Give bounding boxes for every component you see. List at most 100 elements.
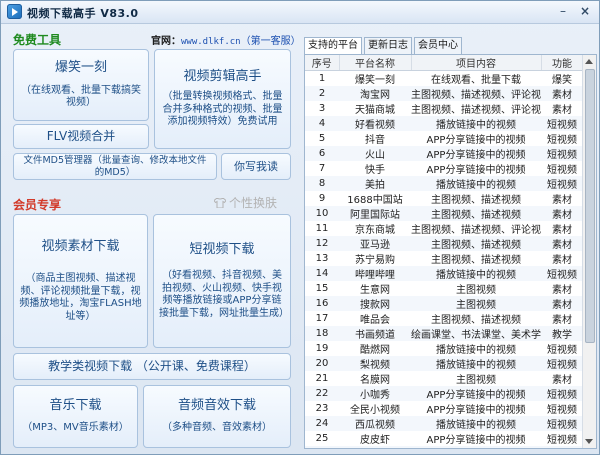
table-row[interactable]: 6 火山 APP分享链接中的视频 短视频 (305, 146, 583, 161)
row-function: 素材 (552, 105, 572, 116)
col-header-content[interactable]: 项目内容 (411, 55, 542, 71)
table-row[interactable]: 17 唯品会 主图视频、描述视频 素材 (305, 311, 583, 326)
table-row[interactable]: 1 爆笑一刻 在线观看、批量下载 爆笑 (305, 71, 583, 86)
table-scrollbar[interactable] (582, 55, 596, 448)
teaching-video-button[interactable]: 教学类视频下载 （公开课、免费课程） (13, 353, 291, 380)
row-index: 6 (305, 146, 339, 161)
row-index: 20 (305, 356, 339, 371)
table-row[interactable]: 16 搜款网 主图视频 素材 (305, 296, 583, 311)
app-logo-icon (7, 4, 22, 19)
short-video-button[interactable]: 短视频下载 （好看视频、抖音视频、美拍视频、火山视频、快手视频等播放链接或APP… (153, 214, 291, 348)
row-platform: 小咖秀 (339, 386, 411, 401)
app-window: 视频下载高手 V83.0 – × 免费工具 官网：www.dlkf.cn（第一客… (0, 0, 600, 455)
row-content: 播放链接中的视频 (436, 345, 516, 356)
free-tools-label: 免费工具 (13, 33, 62, 47)
col-header-platform[interactable]: 平台名称 (339, 55, 412, 71)
row-platform: 美拍 (339, 176, 411, 191)
table-row[interactable]: 13 苏宁易购 主图视频、描述视频 素材 (305, 251, 583, 266)
video-edit-button[interactable]: 视频剪辑高手 （批量转换视频格式、批量合并多种格式的视频、批量添加视频特效）免费… (154, 49, 291, 149)
row-function: 教学 (541, 326, 583, 341)
row-function: 素材 (541, 86, 583, 101)
row-platform: 火山 (339, 146, 411, 161)
row-platform: 1688中国站 (347, 195, 403, 206)
title-bar[interactable]: 视频下载高手 V83.0 – × (1, 1, 599, 24)
table-row[interactable]: 8 美拍 播放链接中的视频 短视频 (305, 176, 583, 191)
table-row[interactable]: 23 全民小视频 APP分享链接中的视频 短视频 (305, 401, 583, 416)
row-index: 5 (318, 133, 326, 144)
xiaoyike-button[interactable]: 爆笑一刻 （在线观看、批量下载搞笑视频） (13, 49, 149, 121)
row-content: 主图视频、描述视频 (431, 195, 521, 206)
xiaoyike-button-title: 爆笑一刻 (54, 60, 107, 76)
table-row[interactable]: 21 名膜网 主图视频 素材 (305, 371, 583, 386)
row-content: 播放链接中的视频 (411, 446, 541, 448)
row-index: 18 (305, 326, 339, 341)
official-site-url[interactable]: www.dlkf.cn (181, 37, 241, 47)
official-site[interactable]: 官网：www.dlkf.cn（第一客服） (151, 32, 301, 47)
row-index: 4 (305, 116, 339, 131)
row-platform: 唯品会 (360, 315, 390, 326)
table-row[interactable]: 22 小咖秀 APP分享链接中的视频 短视频 (305, 386, 583, 401)
table-row[interactable]: 18 书画频道 绘画课堂、书法课堂、美术学院 教学 (305, 326, 583, 341)
col-header-function[interactable]: 功能 (541, 55, 584, 71)
table-row[interactable]: 2 淘宝网 主图视频、描述视频、评论视频 素材 (305, 86, 583, 101)
row-index: 14 (305, 266, 339, 281)
tab-changelog[interactable]: 更新日志 (364, 37, 412, 54)
row-index: 10 (305, 206, 339, 221)
official-site-tag: （第一客服） (240, 36, 301, 47)
row-index: 24 (305, 416, 339, 431)
row-platform: 西瓜视频 (339, 416, 411, 431)
tab-member-center[interactable]: 会员中心 (414, 37, 462, 54)
md5-manager-button[interactable]: 文件MD5管理器（批量查询、修改本地文件的MD5） (13, 153, 217, 180)
member-section-label: 会员专享 (13, 198, 62, 212)
scroll-down-icon[interactable] (585, 439, 593, 444)
table-row[interactable]: 3 天猫商城 主图视频、描述视频、评论视频 素材 (305, 101, 583, 116)
row-content: 主图视频、描述视频 (411, 236, 541, 251)
minimize-button[interactable]: – (554, 4, 572, 19)
table-header-row: 序号 平台名称 项目内容 功能 (305, 55, 584, 71)
scroll-up-icon[interactable] (585, 59, 593, 64)
row-index: 2 (305, 86, 339, 101)
skin-change-button[interactable]: 个性换肤 (214, 194, 277, 211)
music-download-button[interactable]: 音乐下载 （MP3、MV音乐素材） (13, 385, 138, 448)
table-row[interactable]: 7 快手 APP分享链接中的视频 短视频 (305, 161, 583, 176)
audio-effect-button[interactable]: 音频音效下载 （多种音频、音效素材） (143, 385, 291, 448)
table-row[interactable]: 12 亚马逊 主图视频、描述视频 素材 (305, 236, 583, 251)
row-index: 12 (305, 236, 339, 251)
row-content: APP分享链接中的视频 (426, 135, 526, 146)
feedback-button[interactable]: 你写我读 (221, 153, 291, 180)
table-row[interactable]: 5 抖音 APP分享链接中的视频 短视频 (305, 131, 583, 146)
table-row[interactable]: 14 哔哩哔哩 播放链接中的视频 短视频 (305, 266, 583, 281)
table-row[interactable]: 20 梨视频 播放链接中的视频 短视频 (305, 356, 583, 371)
row-function: 素材 (541, 206, 583, 221)
flv-merge-button[interactable]: FLV视频合并 (13, 124, 149, 149)
row-content: 播放链接中的视频 (411, 116, 541, 131)
row-content: 播放链接中的视频 (411, 356, 541, 371)
row-platform: 梨视频 (339, 356, 411, 371)
row-index: 3 (318, 103, 326, 114)
row-platform: 生意网 (360, 285, 390, 296)
flv-merge-button-label: FLV视频合并 (46, 129, 116, 143)
close-button[interactable]: × (576, 4, 594, 19)
scroll-thumb[interactable] (585, 69, 595, 343)
table-row[interactable]: 4 好看视频 播放链接中的视频 短视频 (305, 116, 583, 131)
row-platform: 天猫商城 (355, 105, 395, 116)
table-row[interactable]: 19 酷燃网 播放链接中的视频 短视频 (305, 341, 583, 356)
col-header-index[interactable]: 序号 (305, 55, 340, 71)
table-row[interactable]: 9 1688中国站 主图视频、描述视频 素材 (305, 191, 583, 206)
table-row[interactable]: 24 西瓜视频 播放链接中的视频 短视频 (305, 416, 583, 431)
video-material-button-title: 视频素材下载 (41, 238, 120, 254)
table-row[interactable]: 15 生意网 主图视频 素材 (305, 281, 583, 296)
video-material-button[interactable]: 视频素材下载 （商品主图视频、描述视频、评论视频批量下载，视频播放地址，淘宝FL… (13, 214, 148, 348)
row-content: 主图视频、描述视频、评论视频 (411, 86, 541, 101)
table-row[interactable]: 26音悦台播放链接中的视频短视频 (305, 446, 583, 448)
official-site-key: 官网： (151, 36, 181, 47)
table-row[interactable]: 10 阿里国际站 主图视频、描述视频 素材 (305, 206, 583, 221)
row-platform: 好看视频 (339, 116, 411, 131)
row-content: 绘画课堂、书法课堂、美术学院 (411, 326, 541, 341)
row-content: 主图视频 (411, 296, 541, 311)
row-function: 素材 (541, 236, 583, 251)
table-row[interactable]: 25 皮皮虾 APP分享链接中的视频 短视频 (305, 431, 583, 446)
audio-effect-button-title: 音频音效下载 (177, 398, 256, 414)
tab-supported-platforms[interactable]: 支持的平台 (304, 37, 362, 54)
table-row[interactable]: 11 京东商城 主图视频、描述视频、评论视频 素材 (305, 221, 583, 236)
